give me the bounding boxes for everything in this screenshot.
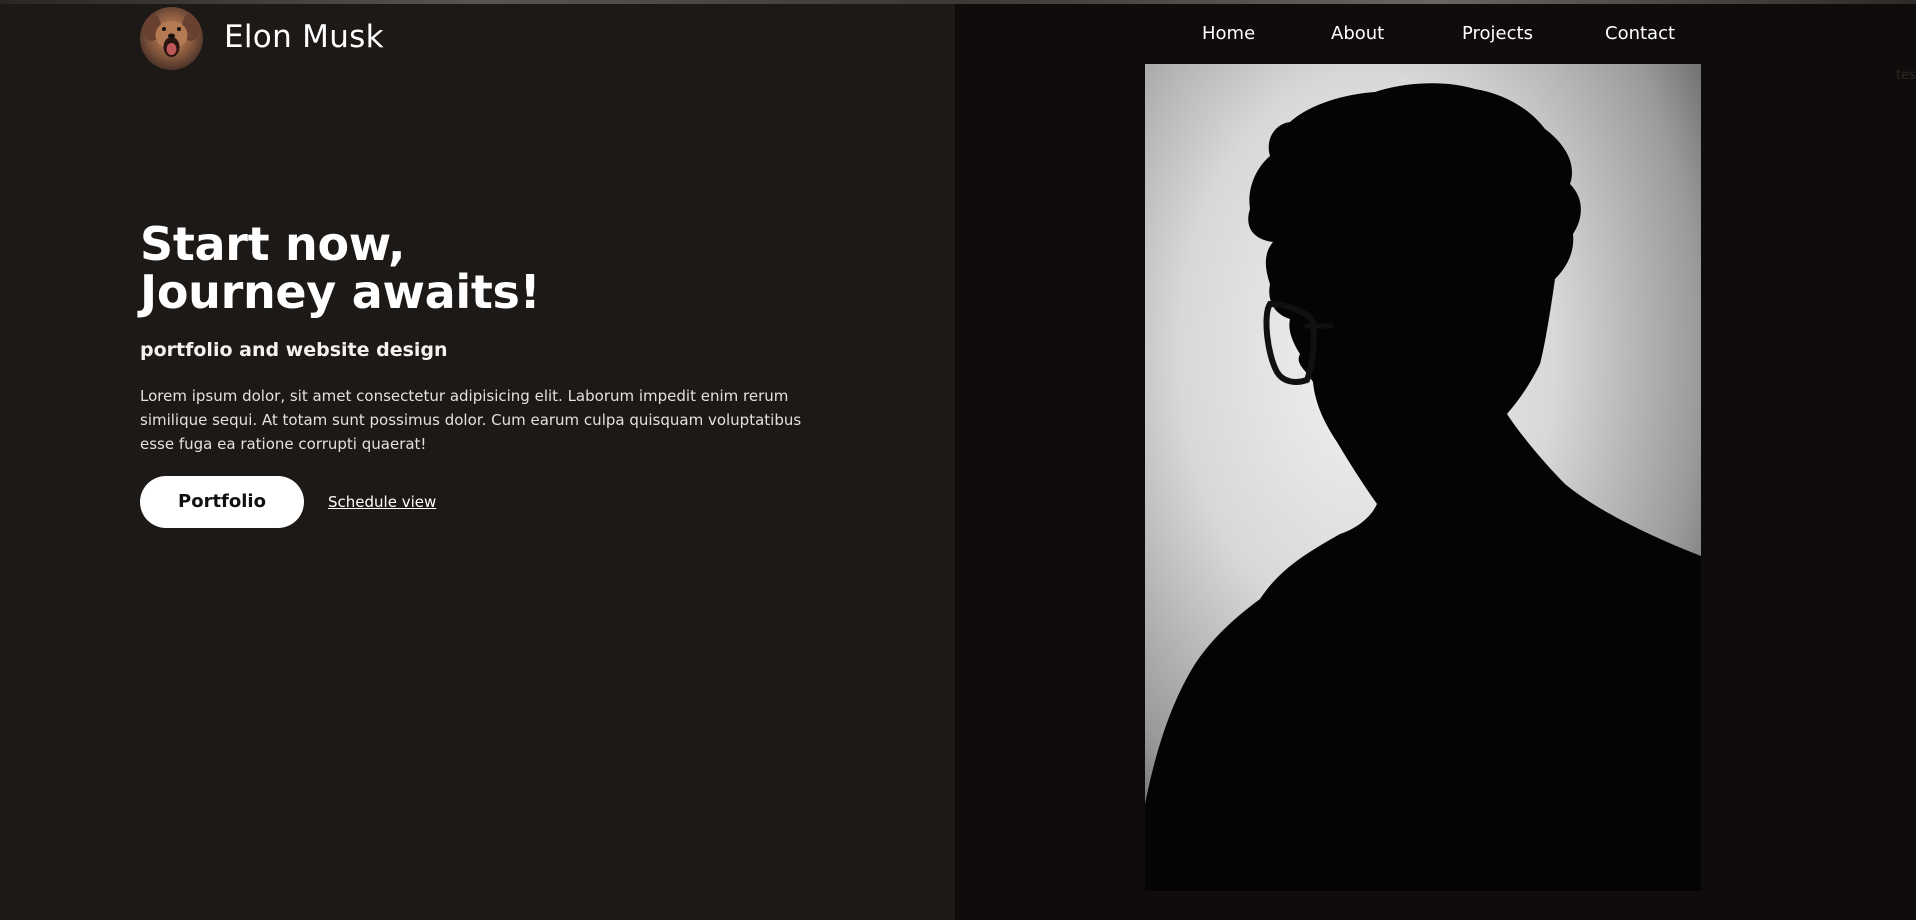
portfolio-button[interactable]: Portfolio	[140, 476, 304, 528]
nav-link-about[interactable]: About	[1331, 20, 1384, 48]
corner-label: tes	[1896, 68, 1916, 83]
schedule-view-link[interactable]: Schedule view	[328, 491, 436, 513]
left-panel	[0, 4, 955, 920]
nav-link-contact[interactable]: Contact	[1605, 20, 1675, 48]
brand-name: Elon Musk	[224, 19, 384, 55]
profile-silhouette-image	[1145, 64, 1701, 891]
dog-avatar-icon[interactable]	[140, 7, 203, 70]
page: Elon Musk Home About Projects Contact St…	[0, 0, 1916, 920]
nav-link-home[interactable]: Home	[1202, 20, 1255, 48]
hero-title-line-1: Start now,	[140, 217, 406, 271]
nav-link-projects[interactable]: Projects	[1462, 20, 1533, 48]
hero-title-line-2: Journey awaits!	[140, 265, 541, 319]
hero-subtitle: portfolio and website design	[140, 339, 448, 361]
hero-title: Start now, Journey awaits!	[140, 217, 541, 319]
hero-description: Lorem ipsum dolor, sit amet consectetur …	[140, 387, 802, 453]
